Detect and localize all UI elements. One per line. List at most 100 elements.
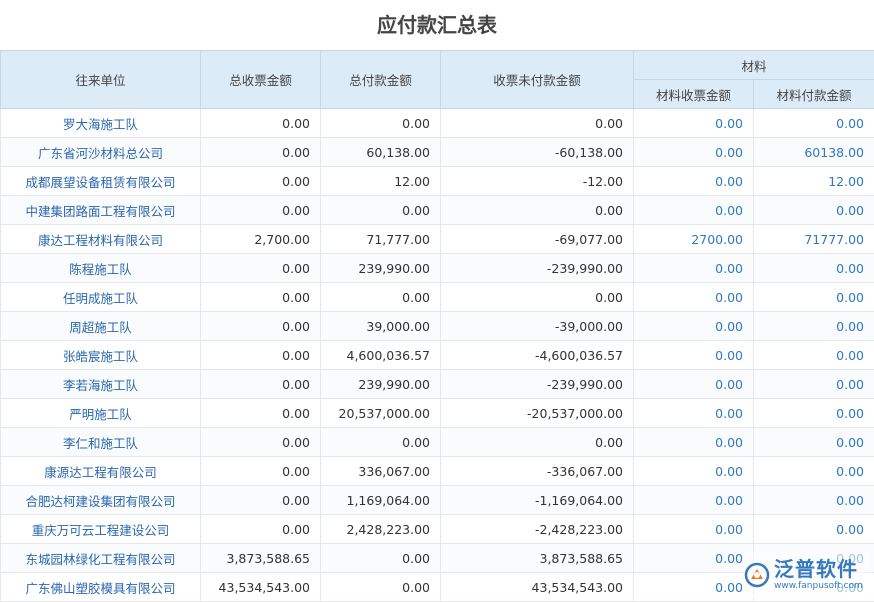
cell-material-payment: 0.00 — [754, 312, 874, 341]
page-title: 应付款汇总表 — [0, 0, 874, 50]
cell-invoice-unpaid: 43,534,543.00 — [441, 573, 634, 602]
cell-total-payment: 239,990.00 — [321, 370, 441, 399]
cell-unit-link[interactable]: 李仁和施工队 — [1, 428, 201, 457]
cell-total-payment: 0.00 — [321, 428, 441, 457]
cell-invoice-unpaid: 0.00 — [441, 283, 634, 312]
cell-material-payment: 60138.00 — [754, 138, 874, 167]
cell-total-payment: 0.00 — [321, 283, 441, 312]
cell-total-invoice: 0.00 — [201, 138, 321, 167]
cell-unit-link[interactable]: 李若海施工队 — [1, 370, 201, 399]
cell-material-payment: 0.00 — [754, 254, 874, 283]
col-header-material-invoice[interactable]: 材料收票金额 — [634, 80, 754, 109]
cell-material-invoice: 0.00 — [634, 109, 754, 138]
cell-material-payment: 0.00 — [754, 370, 874, 399]
cell-material-invoice: 0.00 — [634, 399, 754, 428]
cell-material-invoice: 0.00 — [634, 312, 754, 341]
col-group-material: 材料 — [634, 51, 874, 80]
cell-material-payment: 0.00 — [754, 283, 874, 312]
cell-invoice-unpaid: 0.00 — [441, 428, 634, 457]
cell-total-invoice: 0.00 — [201, 370, 321, 399]
table-row: 任明成施工队0.000.000.000.000.00 — [1, 283, 874, 312]
cell-invoice-unpaid: -20,537,000.00 — [441, 399, 634, 428]
cell-material-invoice: 2700.00 — [634, 225, 754, 254]
cell-material-invoice: 0.00 — [634, 254, 754, 283]
cell-unit-link[interactable]: 康源达工程有限公司 — [1, 457, 201, 486]
cell-total-payment: 1,169,064.00 — [321, 486, 441, 515]
cell-total-payment: 0.00 — [321, 544, 441, 573]
cell-total-payment: 39,000.00 — [321, 312, 441, 341]
cell-material-invoice: 0.00 — [634, 544, 754, 573]
table-row: 广东省河沙材料总公司0.0060,138.00-60,138.000.00601… — [1, 138, 874, 167]
col-header-total-invoice[interactable]: 总收票金额 — [201, 51, 321, 109]
cell-unit-link[interactable]: 成都展望设备租赁有限公司 — [1, 167, 201, 196]
payables-table: 往来单位 总收票金额 总付款金额 收票未付款金额 材料 材料收票金额 材料付款金… — [0, 50, 874, 602]
cell-material-invoice: 0.00 — [634, 370, 754, 399]
cell-total-invoice: 0.00 — [201, 312, 321, 341]
cell-material-invoice: 0.00 — [634, 486, 754, 515]
cell-total-invoice: 0.00 — [201, 254, 321, 283]
cell-total-payment: 336,067.00 — [321, 457, 441, 486]
cell-unit-link[interactable]: 东城园林绿化工程有限公司 — [1, 544, 201, 573]
cell-material-payment: 71777.00 — [754, 225, 874, 254]
table-row: 合肥达柯建设集团有限公司0.001,169,064.00-1,169,064.0… — [1, 486, 874, 515]
table-row: 张皓宸施工队0.004,600,036.57-4,600,036.570.000… — [1, 341, 874, 370]
cell-unit-link[interactable]: 严明施工队 — [1, 399, 201, 428]
brand-url: www.fanpusoft.com — [774, 582, 863, 591]
table-row: 重庆万可云工程建设公司 0.00 2,428,223.00-2,428,223.00… — [1, 515, 874, 544]
brand-logo-icon — [742, 560, 772, 590]
cell-total-payment: 0.00 — [321, 109, 441, 138]
cell-total-invoice: 0.00 — [201, 457, 321, 486]
table-row: 周超施工队0.0039,000.00-39,000.000.000.00 — [1, 312, 874, 341]
cell-invoice-unpaid: -39,000.00 — [441, 312, 634, 341]
table-row: 康源达工程有限公司0.00336,067.00-336,067.000.000.… — [1, 457, 874, 486]
cell-total-invoice: 0.00 — [201, 399, 321, 428]
col-header-material-payment[interactable]: 材料付款金额 — [754, 80, 874, 109]
cell-material-invoice: 0.00 — [634, 457, 754, 486]
cell-total-invoice: 0.00 — [201, 486, 321, 515]
brand-watermark: 泛普软件 www.fanpusoft.com — [742, 552, 870, 598]
cell-unit-link[interactable]: 罗大海施工队 — [1, 109, 201, 138]
cell-material-invoice: 0.00 — [634, 283, 754, 312]
cell-material-invoice: 0.00 — [634, 138, 754, 167]
cell-unit-link[interactable]: 康达工程材料有限公司 — [1, 225, 201, 254]
cell-unit-link[interactable]: 重庆万可云工程建设公司 — [1, 515, 201, 544]
cell-total-invoice: 3,873,588.65 — [201, 544, 321, 573]
col-header-total-payment[interactable]: 总付款金额 — [321, 51, 441, 109]
cell-invoice-unpaid: -4,600,036.57 — [441, 341, 634, 370]
cell-material-payment: 12.00 — [754, 167, 874, 196]
cell-unit-link[interactable]: 合肥达柯建设集团有限公司 — [1, 486, 201, 515]
cell-material-payment: 0.00 — [754, 428, 874, 457]
brand-name: 泛普软件 — [774, 559, 863, 579]
col-header-unit[interactable]: 往来单位 — [1, 51, 201, 109]
table-row: 李仁和施工队0.000.000.000.000.00 — [1, 428, 874, 457]
cell-total-invoice: 0.00 — [201, 341, 321, 370]
cell-unit-link[interactable]: 任明成施工队 — [1, 283, 201, 312]
cell-unit-link[interactable]: 广东佛山塑胶模具有限公司 — [1, 573, 201, 602]
table-row: 陈程施工队0.00239,990.00-239,990.000.000.00 — [1, 254, 874, 283]
cell-material-invoice: 0.00 — [634, 428, 754, 457]
cell-material-payment: 0.00 — [754, 399, 874, 428]
cell-material-invoice: 0.00 — [634, 573, 754, 602]
cell-invoice-unpaid: -12.00 — [441, 167, 634, 196]
cell-unit-link[interactable]: 周超施工队 — [1, 312, 201, 341]
col-header-invoice-unpaid[interactable]: 收票未付款金额 — [441, 51, 634, 109]
cell-invoice-unpaid: 0.00 — [441, 109, 634, 138]
cell-material-invoice: 0.00 — [634, 341, 754, 370]
cell-invoice-unpaid: -2,428,223.00 — [441, 515, 634, 544]
cell-total-invoice: 0.00 — [201, 283, 321, 312]
cell-invoice-unpaid: -1,169,064.00 — [441, 486, 634, 515]
cell-invoice-unpaid: -239,990.00 — [441, 370, 634, 399]
cell-material-payment: 0.00 — [754, 515, 874, 544]
cell-material-payment: 0.00 — [754, 196, 874, 225]
cell-unit-link[interactable]: 广东省河沙材料总公司 — [1, 138, 201, 167]
cell-unit-link[interactable]: 中建集团路面工程有限公司 — [1, 196, 201, 225]
cell-total-payment: 20,537,000.00 — [321, 399, 441, 428]
cell-material-invoice: 0.00 — [634, 515, 754, 544]
cell-material-invoice: 0.00 — [634, 196, 754, 225]
cell-material-payment: 0.00 — [754, 341, 874, 370]
cell-unit-link[interactable]: 张皓宸施工队 — [1, 341, 201, 370]
cell-invoice-unpaid: -69,077.00 — [441, 225, 634, 254]
cell-unit-link[interactable]: 陈程施工队 — [1, 254, 201, 283]
cell-total-payment: 2,428,223.00 — [321, 515, 441, 544]
cell-invoice-unpaid: 3,873,588.65 — [441, 544, 634, 573]
